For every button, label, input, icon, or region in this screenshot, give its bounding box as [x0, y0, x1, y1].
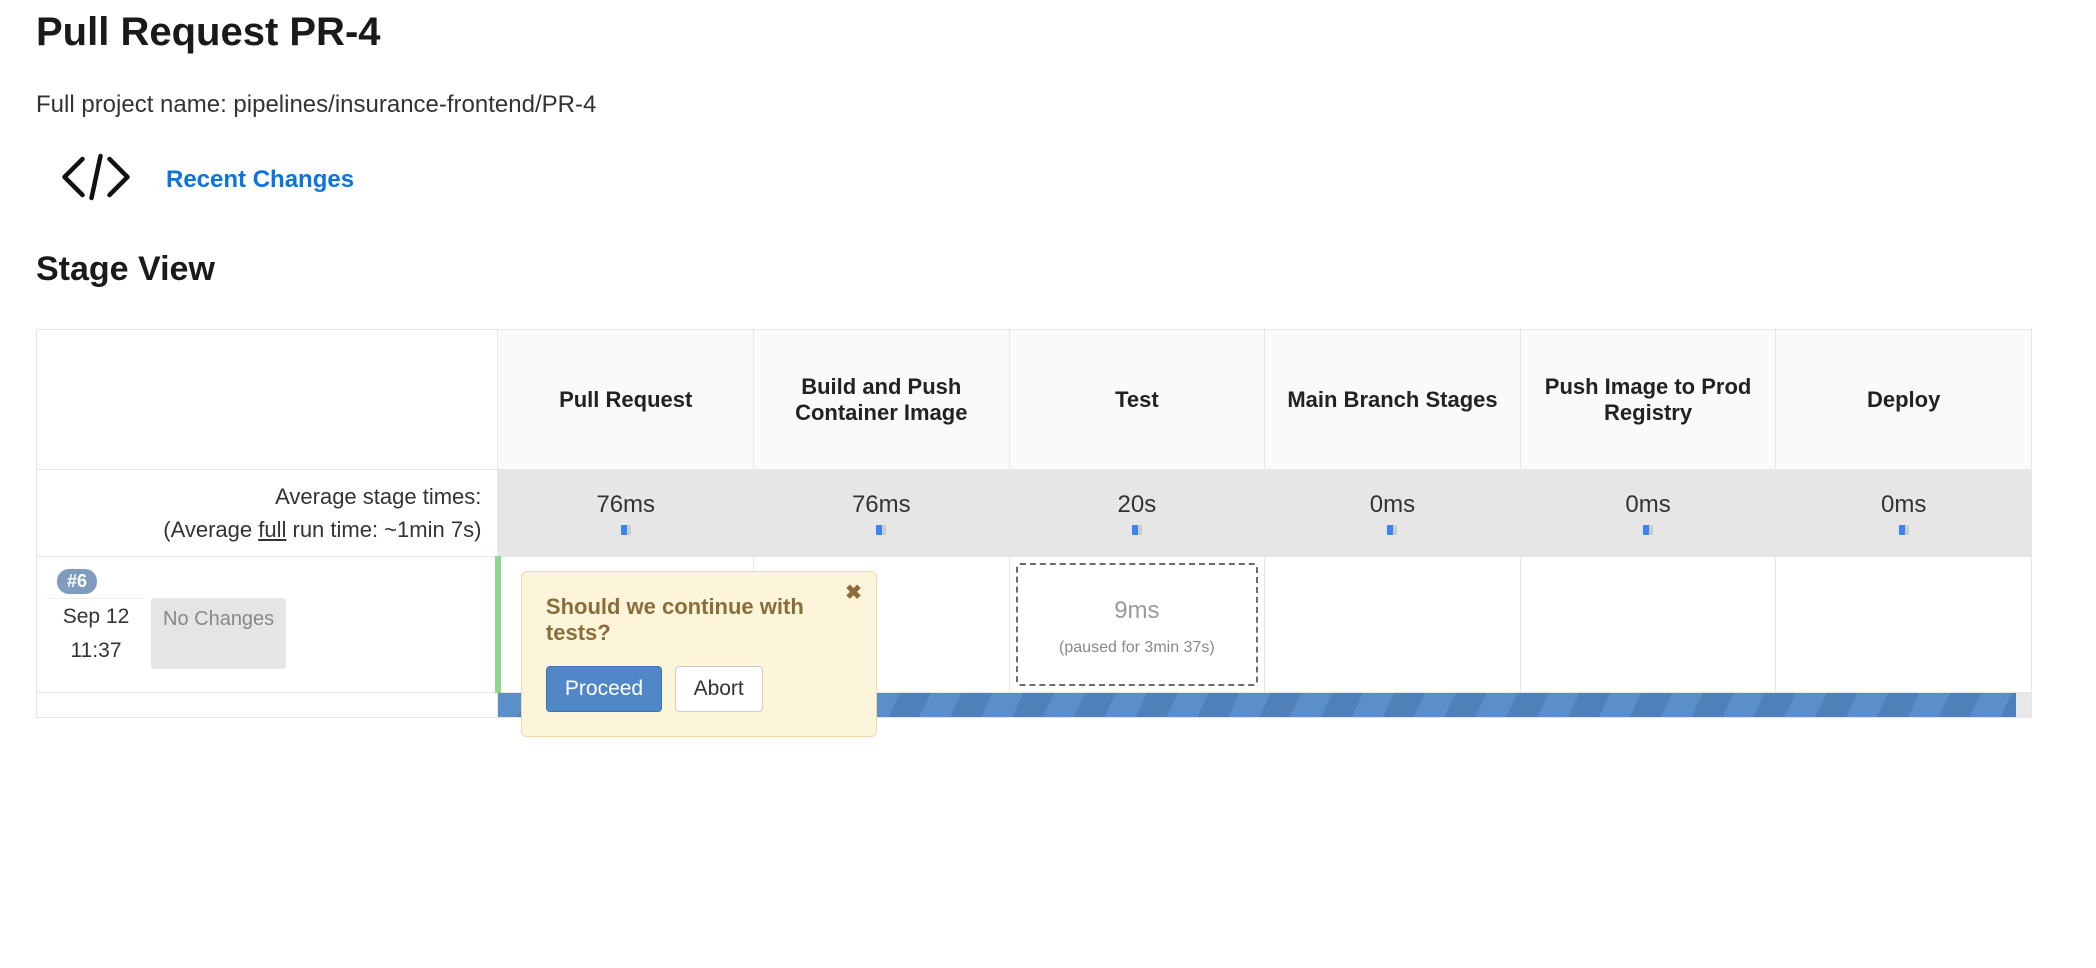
- avg-value: 76ms: [596, 491, 655, 518]
- page-title: Pull Request PR-4: [36, 10, 2060, 55]
- stage-header: Deploy: [1776, 330, 2032, 470]
- sparkline-icon: [1387, 525, 1397, 535]
- avg-label-1: Average stage times:: [45, 480, 481, 513]
- avg-cell: 0ms: [1520, 470, 1776, 557]
- code-icon: [60, 149, 132, 210]
- avg-value: 0ms: [1625, 491, 1670, 518]
- full-project-name: Full project name: pipelines/insurance-f…: [36, 91, 2060, 119]
- full-project-name-value: pipelines/insurance-frontend/PR-4: [233, 91, 596, 118]
- abort-button[interactable]: Abort: [675, 666, 763, 712]
- stage-header: Test: [1009, 330, 1265, 470]
- avg-value: 20s: [1118, 491, 1157, 518]
- avg-label-2-post: run time: ~1min 7s): [286, 517, 481, 542]
- avg-cell: 0ms: [1776, 470, 2032, 557]
- stage-header: Pull Request: [498, 330, 754, 470]
- run-date-value: Sep 12: [63, 605, 130, 628]
- paused-label: (paused for 3min 37s): [1018, 639, 1257, 657]
- avg-label-2-full: full: [258, 517, 286, 542]
- avg-value: 0ms: [1881, 491, 1926, 518]
- popup-title: Should we continue with tests?: [546, 594, 852, 646]
- stage-header: Main Branch Stages: [1265, 330, 1521, 470]
- sparkline-icon: [1132, 525, 1142, 535]
- build-badge[interactable]: #6: [57, 569, 97, 594]
- avg-cell: 0ms: [1265, 470, 1521, 557]
- recent-changes-link[interactable]: Recent Changes: [166, 166, 354, 194]
- close-icon[interactable]: ✖: [845, 580, 862, 605]
- run-cell-test[interactable]: 9ms (paused for 3min 37s): [1009, 557, 1265, 693]
- paused-stage-box: 9ms (paused for 3min 37s): [1016, 563, 1259, 686]
- sparkline-icon: [876, 525, 886, 535]
- avg-label-2-pre: (Average: [163, 517, 258, 542]
- sparkline-icon: [1899, 525, 1909, 535]
- run-date: Sep 12 11:37: [47, 598, 145, 669]
- stage-view-table: Pull Request Build and Push Container Im…: [36, 329, 2032, 718]
- avg-cell: 20s: [1009, 470, 1265, 557]
- run-row-header: #6 Sep 12 11:37 No Changes: [37, 557, 498, 693]
- run-cell-main-branch[interactable]: [1265, 557, 1521, 693]
- full-project-name-label: Full project name:: [36, 91, 233, 118]
- proceed-button[interactable]: Proceed: [546, 666, 662, 712]
- empty-header: [37, 330, 498, 470]
- input-prompt-popup: ✖ Should we continue with tests? Proceed…: [521, 571, 877, 737]
- run-cell-pull-request[interactable]: ✖ Should we continue with tests? Proceed…: [498, 557, 754, 693]
- test-duration: 9ms: [1018, 597, 1257, 625]
- run-changes: No Changes: [151, 598, 286, 669]
- run-time-value: 11:37: [57, 639, 135, 663]
- avg-cell: 76ms: [498, 470, 754, 557]
- stage-header: Push Image to Prod Registry: [1520, 330, 1776, 470]
- run-cell-push-prod[interactable]: [1520, 557, 1776, 693]
- sparkline-icon: [621, 525, 631, 535]
- stage-view-heading: Stage View: [36, 250, 2060, 289]
- avg-cell: 76ms: [753, 470, 1009, 557]
- avg-row-header: Average stage times: (Average full run t…: [37, 470, 498, 557]
- progress-row-spacer: [37, 693, 498, 718]
- sparkline-icon: [1643, 525, 1653, 535]
- avg-value: 0ms: [1370, 491, 1415, 518]
- run-cell-deploy[interactable]: [1776, 557, 2032, 693]
- stage-header: Build and Push Container Image: [753, 330, 1009, 470]
- avg-value: 76ms: [852, 491, 911, 518]
